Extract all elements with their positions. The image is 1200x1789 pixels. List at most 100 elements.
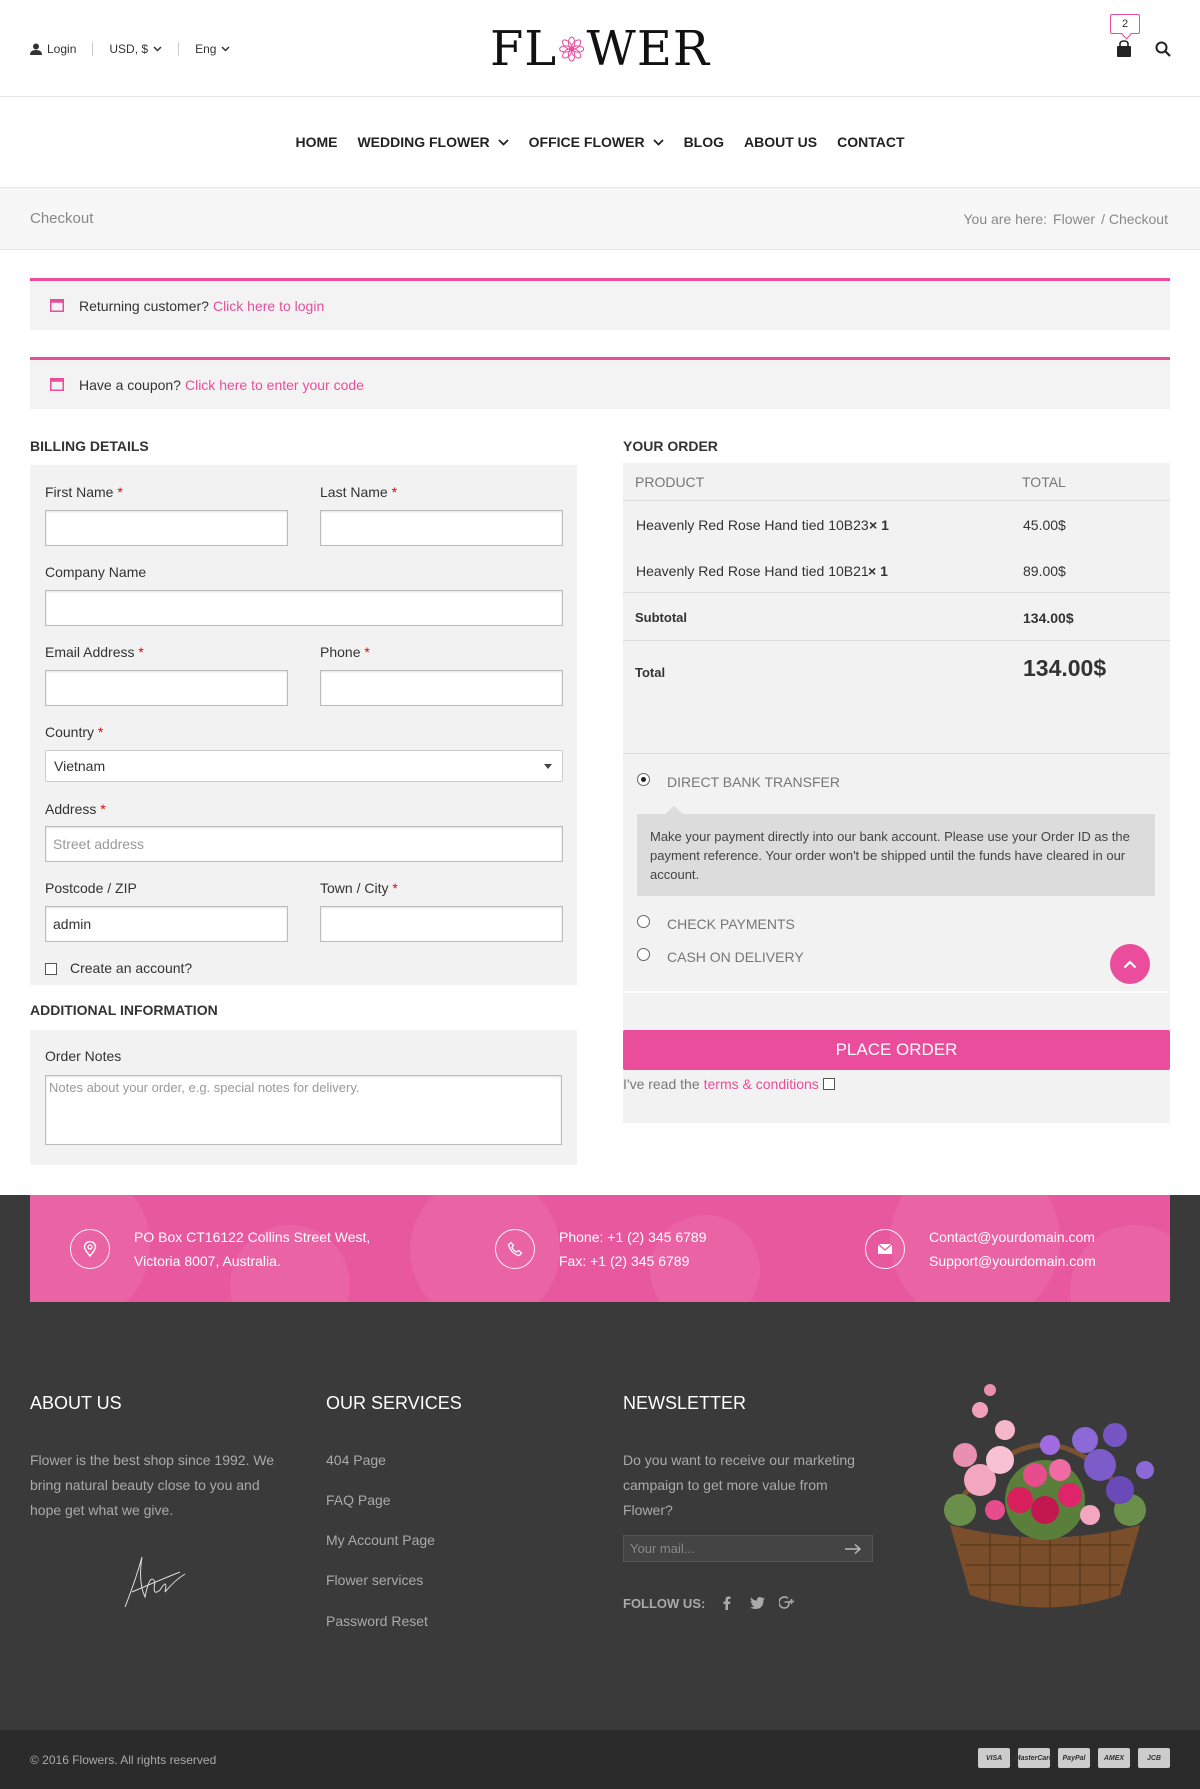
contact-phone: Phone: +1 (2) 345 6789 Fax: +1 (2) 345 6…: [495, 1195, 707, 1302]
coupon-link[interactable]: Click here to enter your code: [185, 377, 364, 393]
first-name-field[interactable]: [45, 510, 288, 546]
breadcrumb-prefix: You are here:: [963, 211, 1048, 227]
payment-radio-cod[interactable]: [637, 948, 650, 961]
required-mark: *: [100, 801, 106, 817]
terms-link[interactable]: terms & conditions: [704, 1076, 819, 1092]
total-value: 134.00$: [1023, 655, 1107, 681]
town-field[interactable]: [320, 906, 563, 942]
label-text: Town / City: [320, 880, 389, 896]
arrow-right-icon[interactable]: [844, 1543, 862, 1555]
footer-link[interactable]: Password Reset: [326, 1613, 428, 1629]
email-line-2[interactable]: Support@yourdomain.com: [929, 1249, 1096, 1273]
label-text: Last Name: [320, 484, 388, 500]
breadcrumb: You are here: Flower / Checkout: [963, 211, 1168, 227]
flower-basket-image: [944, 1384, 1154, 1608]
notice-text: Returning customer?: [79, 297, 209, 314]
bank-transfer-description: Make your payment directly into our bank…: [637, 806, 1155, 896]
nav-blog[interactable]: BLOG: [684, 134, 724, 150]
chevron-up-icon: [1123, 959, 1137, 968]
caret-down-icon: [544, 764, 552, 769]
flower-logo-icon: [559, 36, 585, 62]
email-field[interactable]: [45, 670, 288, 706]
nav-label: WEDDING FLOWER: [357, 134, 490, 150]
total-row: Total 134.00$: [623, 641, 1170, 753]
nav-home[interactable]: HOME: [295, 134, 337, 150]
payment-card-icons: VISA MasterCard PayPal AMEX JCB: [978, 1748, 1170, 1768]
create-account-checkbox[interactable]: [45, 963, 57, 975]
coupon-notice: Have a coupon? Click here to enter your …: [30, 357, 1170, 409]
divider: [178, 42, 180, 56]
first-name-label: First Name *: [45, 484, 123, 500]
place-order-button[interactable]: PLACE ORDER: [623, 1030, 1170, 1070]
postcode-field[interactable]: admin: [45, 906, 288, 942]
payment-label-cod: CASH ON DELIVERY: [667, 949, 804, 965]
order-item-name: Heavenly Red Rose Hand tied 10B21: [636, 563, 869, 579]
country-select[interactable]: Vietnam: [45, 750, 563, 782]
twitter-icon[interactable]: [749, 1595, 765, 1611]
order-item-total: 45.00$: [1023, 517, 1066, 533]
logo-text-left: FL: [490, 21, 558, 77]
last-name-label: Last Name *: [320, 484, 397, 500]
scroll-to-top-button[interactable]: [1110, 944, 1150, 984]
total-column-header: TOTAL: [1022, 474, 1066, 490]
newsletter-heading: NEWSLETTER: [623, 1393, 747, 1413]
newsletter-email-input[interactable]: Your mail...: [623, 1535, 873, 1562]
google-plus-icon[interactable]: [779, 1595, 795, 1611]
search-icon[interactable]: [1155, 41, 1171, 57]
country-label: Country *: [45, 724, 103, 740]
payment-radio-check[interactable]: [637, 915, 650, 928]
footer-link[interactable]: Flower services: [326, 1572, 423, 1588]
nav-contact[interactable]: CONTACT: [837, 134, 904, 150]
follow-us: FOLLOW US:: [623, 1595, 795, 1611]
login-link[interactable]: Click here to login: [213, 298, 324, 314]
breadcrumb-home-link[interactable]: Flower: [1053, 211, 1095, 227]
divider: [92, 42, 94, 56]
terms-checkbox[interactable]: [822, 1078, 835, 1090]
footer-link[interactable]: My Account Page: [326, 1532, 435, 1548]
follow-label: FOLLOW US:: [623, 1595, 706, 1611]
phone-label: Phone *: [320, 644, 370, 660]
currency-label: USD, $: [109, 42, 149, 56]
email-line-1[interactable]: Contact@yourdomain.com: [929, 1225, 1096, 1249]
nav-label: CONTACT: [837, 134, 905, 150]
order-summary-panel: PRODUCT TOTAL Heavenly Red Rose Hand tie…: [623, 463, 1170, 1123]
copyright: © 2016 Flowers. All rights reserved: [30, 1753, 217, 1767]
order-item-qty: × 1: [868, 563, 888, 579]
terms-text: I've read the: [623, 1076, 700, 1092]
nav-about-us[interactable]: ABOUT US: [744, 134, 817, 150]
jcb-icon: JCB: [1138, 1748, 1170, 1768]
login-link[interactable]: Login: [30, 42, 76, 56]
company-field[interactable]: [45, 590, 563, 626]
site-logo[interactable]: FL WER: [490, 21, 710, 77]
town-label: Town / City *: [320, 880, 398, 896]
page-title: Checkout: [30, 210, 94, 227]
required-mark: *: [364, 644, 370, 660]
about-us-heading: ABOUT US: [30, 1393, 122, 1413]
chevron-down-icon: [153, 46, 162, 52]
label-text: Email Address: [45, 644, 135, 660]
language-selector[interactable]: Eng: [195, 42, 230, 56]
shopping-bag-icon[interactable]: [1115, 40, 1133, 58]
footer-link[interactable]: 404 Page: [326, 1452, 386, 1468]
billing-title: BILLING DETAILS: [30, 438, 149, 454]
nav-office-flower[interactable]: OFFICE FLOWER: [529, 134, 664, 150]
subtotal-value: 134.00$: [1023, 610, 1074, 626]
additional-info-title: ADDITIONAL INFORMATION: [30, 1002, 218, 1018]
country-value: Vietnam: [54, 758, 106, 774]
required-mark: *: [392, 880, 398, 896]
order-notes-label: Order Notes: [45, 1048, 122, 1064]
mastercard-icon: MasterCard: [1015, 1748, 1053, 1768]
payment-radio-bank[interactable]: [637, 773, 650, 786]
address-label: Address *: [45, 801, 106, 817]
nav-label: ABOUT US: [744, 134, 818, 150]
currency-selector[interactable]: USD, $: [109, 42, 162, 56]
footer-link[interactable]: FAQ Page: [326, 1492, 391, 1508]
order-notes-textarea[interactable]: Notes about your order, e.g. special not…: [45, 1075, 562, 1145]
address-field[interactable]: Street address: [45, 826, 563, 862]
fax-line: Fax: +1 (2) 345 6789: [559, 1252, 690, 1269]
last-name-field[interactable]: [320, 510, 563, 546]
phone-field[interactable]: [320, 670, 563, 706]
nav-wedding-flower[interactable]: WEDDING FLOWER: [357, 134, 509, 150]
required-mark: *: [138, 644, 144, 660]
facebook-icon[interactable]: [719, 1595, 735, 1611]
